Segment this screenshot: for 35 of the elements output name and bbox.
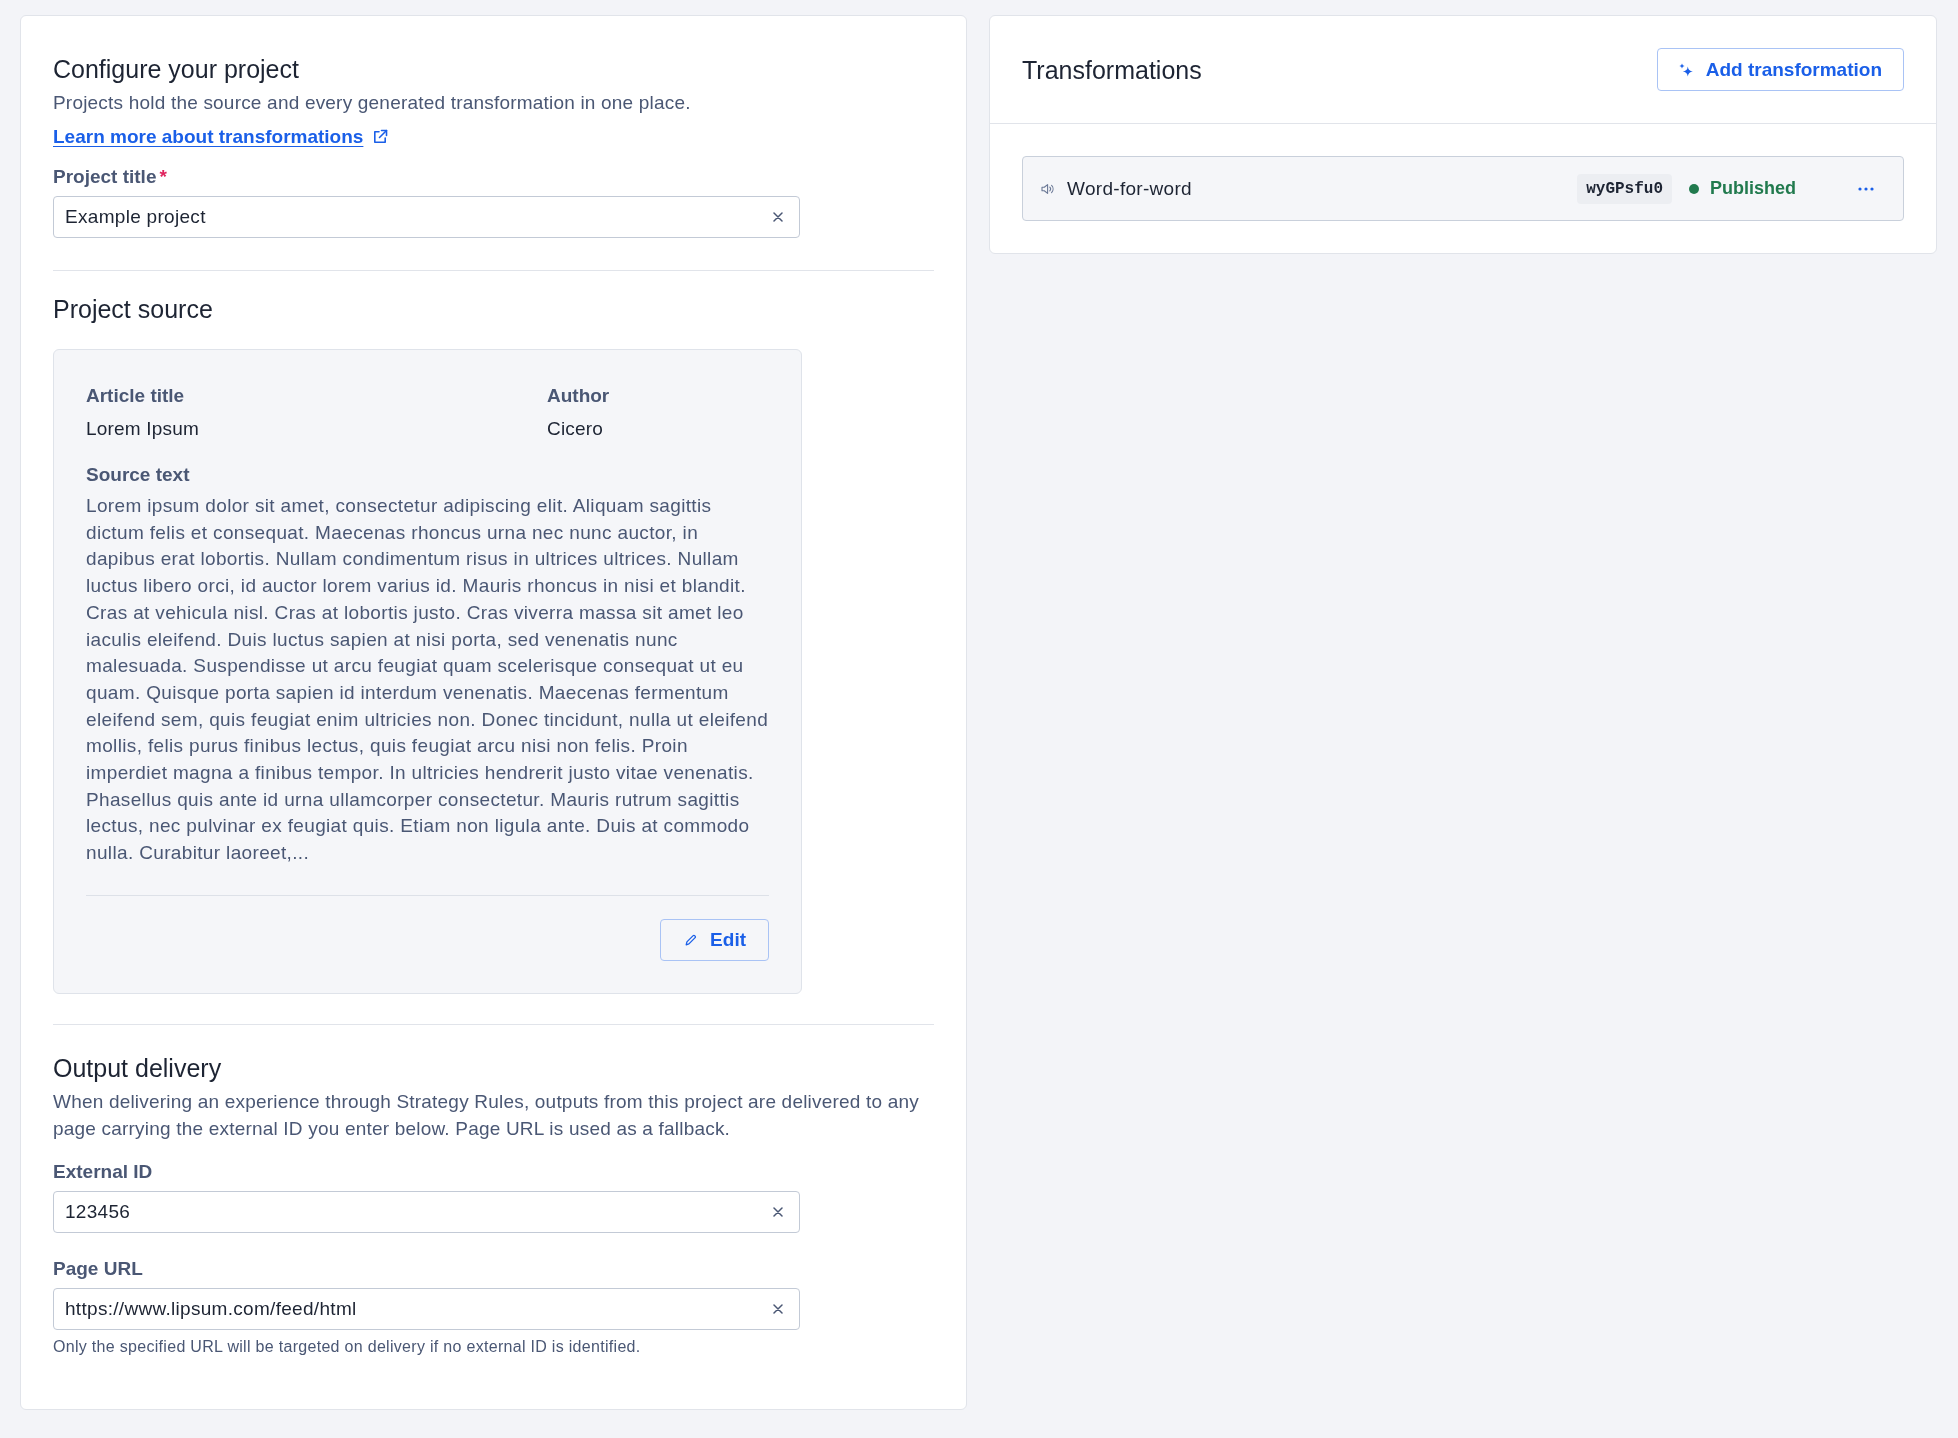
source-text: Lorem ipsum dolor sit amet, consectetur adipiscing elit. Aliquam sagittis dictum felis et consequat. Maecenas rhoncus urna nec nunc auctor, in dapibus erat lobortis. Nullam condimentum risus in ultrices ultrices. Nullam luctus libero orci, id auctor lorem varius id. Mauris rhoncus in nisi et blandit. Cras at vehicula nisl. Cras at lobortis justo. Cras viverra massa sit amet leo iaculis eleifend. Duis luctus sapien at nisi porta, sed venenatis nunc malesuada. Suspendisse ut arcu feugiat quam scelerisque consequat ut eu quam. Quisque porta sapien id interdum venenatis. Maecenas fermentum eleifend sem, quis feugiat enim ultricies non. Donec tincidunt, nulla ut eleifend mollis, felis purus finibus lectus, quis feugiat arcu nisi non felis. Proin imperdiet magna a finibus tempor. In ultricies hendrerit justo vitae venenatis. Phasellus quis ante id urna ullamcorper consectetur. Mauris rutrum sagittis lectus, nec pulvinar ex feugiat quis. Etiam non ligula ante. Duis at commodo nulla. Curabitur laoreet,... xyxy=(86,494,769,866)
section-description: Projects hold the source and every generated transformation in one place. xyxy=(53,91,691,115)
required-mark: * xyxy=(159,165,167,189)
speaker-icon xyxy=(1041,182,1055,195)
section-heading: Output delivery xyxy=(53,1052,222,1084)
pencil-icon xyxy=(685,933,698,946)
section-heading: Project source xyxy=(53,294,213,325)
section-description: When delivering an experience through Strategy Rules, outputs from this project are delivered to any page carrying the external ID you enter below. Page URL is used as a fallback. xyxy=(53,1089,920,1141)
add-transformation-button[interactable]: Add transformation xyxy=(1656,48,1904,91)
field-label: External ID xyxy=(53,1159,153,1184)
more-icon[interactable] xyxy=(1858,186,1874,191)
transformation-row[interactable]: Word-for-word wyGPsfu0 Published xyxy=(1022,156,1904,221)
help-text: Only the specified URL will be targeted on delivery if no external ID is identified. xyxy=(53,1336,642,1357)
learn-more-link[interactable]: Learn more about transformations xyxy=(53,123,389,150)
text-input[interactable]: 123456 xyxy=(53,1190,800,1233)
field-label: Project title xyxy=(53,165,157,189)
text-input[interactable]: https://www.lipsum.com/feed/html xyxy=(53,1287,800,1330)
clear-icon[interactable] xyxy=(773,212,783,222)
detail-value: Cicero xyxy=(547,417,604,441)
text-input[interactable]: Example project xyxy=(53,196,800,238)
external-link-icon xyxy=(372,128,389,145)
clear-icon[interactable] xyxy=(773,1303,783,1314)
detail-label: Author xyxy=(547,384,610,408)
panel-title: Transformations xyxy=(1022,54,1202,86)
clear-icon[interactable] xyxy=(773,1206,783,1217)
field-label: Page URL xyxy=(53,1256,143,1281)
status-label: Published xyxy=(1710,178,1796,199)
section-heading: Configure your project xyxy=(53,54,299,85)
detail-value: Lorem Ipsum xyxy=(86,417,200,441)
transformation-code: wyGPsfu0 xyxy=(1577,173,1672,204)
detail-label: Source text xyxy=(86,463,190,487)
transformation-name: Word-for-word xyxy=(1067,177,1193,200)
sparkle-icon xyxy=(1678,62,1693,77)
edit-button[interactable]: Edit xyxy=(660,918,769,961)
detail-label: Article title xyxy=(86,384,185,408)
